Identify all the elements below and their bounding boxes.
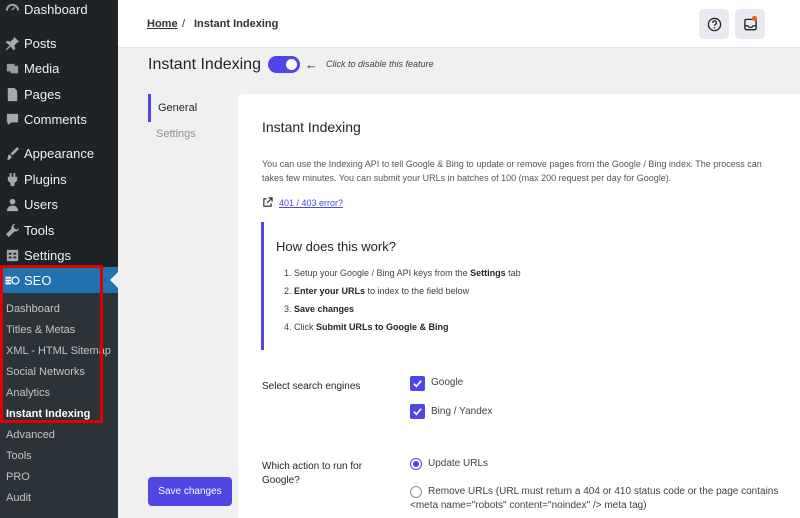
submenu-item-analytics[interactable]: Analytics [6, 384, 50, 402]
breadcrumb-home-link[interactable]: Home [147, 18, 178, 30]
sidebar-item-label: Dashboard [24, 1, 88, 17]
how-step: 1. Setup your Google / Bing API keys fro… [284, 268, 521, 278]
description: You can use the Indexing API to tell Goo… [262, 157, 800, 185]
action-label-line: Google? [262, 475, 300, 486]
media-icon [0, 59, 24, 77]
settings-icon [0, 246, 24, 264]
sidebar-item-dashboard[interactable]: Dashboard [0, 0, 118, 22]
sidebar-item-label: Settings [24, 247, 71, 263]
submenu-item-instant-indexing[interactable]: Instant Indexing [6, 405, 90, 423]
external-link-icon [263, 197, 273, 207]
submenu-item-tools[interactable]: Tools [6, 447, 32, 465]
sidebar-item-media[interactable]: Media [0, 55, 118, 81]
user-icon [0, 195, 24, 213]
sidebar-item-label: Plugins [24, 171, 67, 187]
toggle-hint: Click to disable this feature [326, 59, 434, 69]
sidebar-item-label: Tools [24, 222, 55, 238]
remove-urls-label-line: Remove URLs (URL must return a 404 or 41… [428, 486, 779, 497]
submenu-item-advanced[interactable]: Advanced [6, 426, 55, 444]
sidebar-item-posts[interactable]: Posts [0, 30, 118, 56]
page-icon [0, 85, 24, 103]
submenu-item-social-networks[interactable]: Social Networks [6, 363, 85, 381]
seo-icon [0, 271, 24, 289]
bing-checkbox-label: Bing / Yandex [431, 406, 493, 417]
seo-submenu: Dashboard Titles & Metas XML - HTML Site… [0, 293, 118, 518]
description-line: You can use the Indexing API to tell Goo… [262, 159, 762, 169]
sidebar-item-label: Appearance [24, 145, 95, 161]
tab-general[interactable]: General [148, 94, 197, 122]
update-urls-label: Update URLs [428, 458, 489, 469]
save-changes-button[interactable]: Save changes [148, 477, 232, 506]
breadcrumb-separator: / [182, 18, 186, 30]
how-title: How does this work? [276, 239, 396, 254]
brush-icon [0, 144, 24, 162]
how-step: 3. Save changes [284, 304, 355, 314]
sidebar-item-plugins[interactable]: Plugins [0, 166, 118, 192]
sidebar-item-label: SEO [24, 272, 52, 288]
comment-icon [0, 110, 24, 128]
sidebar-item-label: Media [24, 60, 60, 76]
plugin-icon [0, 170, 24, 188]
error-help-link[interactable]: 401 / 403 error? [279, 198, 343, 208]
submenu-item-titles-metas[interactable]: Titles & Metas [6, 321, 75, 339]
card-title: Instant Indexing [262, 119, 361, 135]
toggle-knob [286, 59, 297, 70]
submenu-item-sitemap[interactable]: XML - HTML Sitemap [6, 342, 111, 360]
active-pointer [110, 272, 118, 288]
sidebar-item-comments[interactable]: Comments [0, 106, 118, 132]
breadcrumb-current: Instant Indexing [194, 18, 279, 30]
how-it-works-box: How does this work? 1. Setup your Google… [261, 222, 800, 350]
action-label-line: Which action to run for [262, 461, 363, 472]
admin-sidebar: Dashboard Posts Media Pages Comments App… [0, 0, 118, 518]
dashboard-icon [0, 0, 24, 18]
google-checkbox[interactable] [410, 376, 425, 391]
submenu-item-pro[interactable]: PRO [6, 468, 30, 486]
page-title: Instant Indexing [148, 56, 261, 73]
check-icon [413, 380, 422, 388]
pin-icon [0, 34, 24, 52]
notifications-button[interactable] [735, 9, 765, 39]
help-button[interactable] [699, 9, 729, 39]
submenu-item-audit[interactable]: Audit [6, 489, 31, 507]
remove-urls-label-line: <meta name="robots" content="noindex" />… [410, 500, 647, 511]
check-icon [413, 408, 422, 416]
sidebar-item-settings[interactable]: Settings [0, 242, 118, 268]
wrench-icon [0, 221, 24, 239]
remove-urls-radio[interactable] [410, 486, 422, 498]
how-step: 4. Click Submit URLs to Google & Bing [284, 322, 449, 332]
sidebar-item-label: Pages [24, 86, 61, 102]
tab-settings[interactable]: Settings [156, 128, 196, 140]
submenu-item-dashboard[interactable]: Dashboard [6, 300, 60, 318]
action-label: Which action to run for Google? [262, 460, 362, 488]
sidebar-item-pages[interactable]: Pages [0, 81, 118, 107]
sidebar-item-appearance[interactable]: Appearance [0, 140, 118, 166]
remove-urls-label: Remove URLs (URL must return a 404 or 41… [410, 485, 779, 513]
sidebar-item-label: Posts [24, 35, 57, 51]
sidebar-item-seo[interactable]: SEO [0, 267, 118, 293]
description-line: takes few minutes. You can submit your U… [262, 173, 672, 183]
update-urls-radio[interactable] [410, 458, 422, 470]
search-engines-label: Select search engines [262, 381, 361, 392]
arrow-left-icon: ← [305, 57, 318, 72]
sidebar-item-users[interactable]: Users [0, 191, 118, 217]
sidebar-item-label: Users [24, 196, 58, 212]
notification-dot [752, 16, 757, 21]
instant-indexing-card: Instant Indexing You can use the Indexin… [238, 94, 800, 518]
how-step: 2. Enter your URLs to index to the field… [284, 286, 470, 296]
sidebar-item-label: Comments [24, 111, 87, 127]
feature-toggle[interactable] [268, 56, 300, 73]
bing-checkbox[interactable] [410, 404, 425, 419]
google-checkbox-label: Google [431, 377, 464, 388]
sidebar-item-tools[interactable]: Tools [0, 217, 118, 243]
help-icon [707, 17, 721, 31]
top-bar: Home / Instant Indexing [118, 0, 800, 48]
